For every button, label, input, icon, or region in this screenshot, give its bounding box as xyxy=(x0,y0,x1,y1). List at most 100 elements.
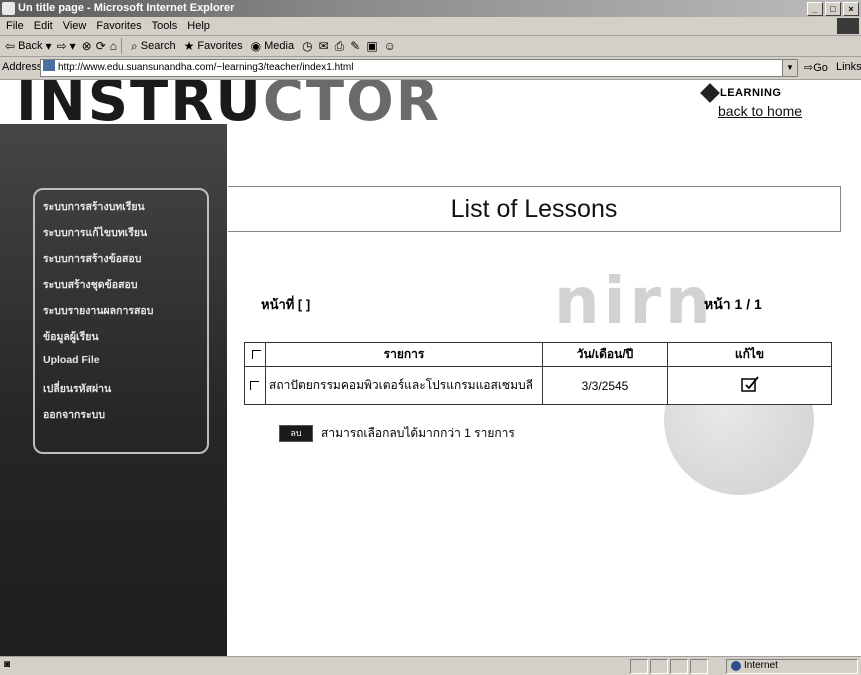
page-viewport: INSTRUCTOR LEARNING back to home ระบบการ… xyxy=(0,80,861,656)
media-icon: ◉ xyxy=(250,39,262,53)
logo-light-part: CTOR xyxy=(262,80,441,134)
select-all-checkbox[interactable] xyxy=(244,342,266,367)
zone-label: Internet xyxy=(744,660,778,671)
column-header-edit: แก้ไข xyxy=(667,342,832,367)
status-segment xyxy=(630,659,648,674)
checkbox-icon xyxy=(251,349,261,359)
favorites-label: Favorites xyxy=(197,40,243,52)
forward-arrow-icon: ⇨ xyxy=(56,39,67,53)
elearning-logo-icon xyxy=(700,83,720,103)
elearning-badge: LEARNING xyxy=(700,83,782,103)
status-segment xyxy=(670,659,688,674)
stop-icon[interactable]: ⊗ xyxy=(82,39,92,53)
lesson-title: สถาปัตยกรรมคอมพิวเตอร์และโปรแกรมแอสเซมบล… xyxy=(265,366,543,405)
table-header-row: รายการ วัน/เดือน/ปี แก้ไข xyxy=(244,342,832,367)
row-checkbox[interactable] xyxy=(244,366,266,405)
page-title: List of Lessons xyxy=(228,186,841,232)
page-indicator-right: หน้า 1 / 1 xyxy=(704,296,762,312)
logo-dark-part: INSTRU xyxy=(16,80,263,134)
menu-tools[interactable]: Tools xyxy=(152,20,178,32)
delete-hint: สามารถเลือกลบได้มากกว่า 1 รายการ xyxy=(321,426,515,440)
status-segment xyxy=(690,659,708,674)
search-button[interactable]: ⌕ Search xyxy=(131,39,176,54)
column-header-date: วัน/เดือน/ปี xyxy=(542,342,668,367)
menu-edit[interactable]: Edit xyxy=(34,20,53,32)
elearning-text: LEARNING xyxy=(720,87,782,99)
sidebar-item-upload-file[interactable]: Upload File xyxy=(43,354,100,366)
window-title-bar: Un title page - Microsoft Internet Explo… xyxy=(0,0,861,17)
column-header-title: รายการ xyxy=(265,342,543,367)
globe-icon xyxy=(731,660,741,671)
close-button[interactable]: × xyxy=(843,2,859,16)
messenger-icon[interactable]: ☺ xyxy=(384,39,396,53)
favorites-icon: ★ xyxy=(183,39,195,53)
minimize-button[interactable]: _ xyxy=(807,2,823,16)
dropdown-arrow-icon: ▾ xyxy=(69,39,76,53)
sidebar-item-edit-lesson[interactable]: ระบบการแก้ไขบทเรียน xyxy=(43,224,147,241)
address-url: http://www.edu.suansunandha.com/~learnin… xyxy=(58,62,354,73)
media-label: Media xyxy=(264,40,295,52)
menu-favorites[interactable]: Favorites xyxy=(96,20,141,32)
menu-bar: File Edit View Favorites Tools Help xyxy=(0,17,861,36)
back-label: Back xyxy=(18,40,43,52)
discuss-icon[interactable]: ▣ xyxy=(366,39,377,53)
edit-button[interactable] xyxy=(667,366,832,405)
sidebar-item-create-exam[interactable]: ระบบการสร้างข้อสอบ xyxy=(43,250,141,267)
menu-help[interactable]: Help xyxy=(187,20,210,32)
go-arrow-icon: ⇨ xyxy=(804,62,814,74)
status-bar: ◙ Internet xyxy=(0,656,861,675)
back-button[interactable]: ⇦ Back ▾ xyxy=(5,39,52,53)
back-arrow-icon: ⇦ xyxy=(5,39,16,53)
menu-view[interactable]: View xyxy=(63,20,87,32)
security-zone: Internet xyxy=(731,660,778,671)
page-status-icon: ◙ xyxy=(4,659,11,670)
media-button[interactable]: ◉ Media xyxy=(251,39,294,53)
print-icon[interactable]: ⎙ xyxy=(335,39,345,54)
back-to-home-link[interactable]: back to home xyxy=(718,103,802,119)
search-icon: ⌕ xyxy=(131,38,138,53)
address-label: Address xyxy=(2,61,43,73)
sidebar-item-exam-set[interactable]: ระบบสร้างชุดข้อสอบ xyxy=(43,276,138,293)
edit-page-icon[interactable]: ✎ xyxy=(350,39,360,53)
favorites-button[interactable]: ★ Favorites xyxy=(184,39,243,53)
history-icon[interactable]: ◷ xyxy=(302,39,312,53)
windows-logo-icon xyxy=(837,18,859,34)
lesson-date: 3/3/2545 xyxy=(542,366,668,405)
checkbox-icon xyxy=(250,380,259,390)
sidebar-menu: ระบบการสร้างบทเรียน ระบบการแก้ไขบทเรียน … xyxy=(33,188,209,454)
go-button[interactable]: ⇨Go xyxy=(804,61,828,74)
forward-button[interactable]: ⇨ ▾ xyxy=(57,39,76,53)
edit-icon xyxy=(740,376,759,392)
address-dropdown-icon[interactable]: ▼ xyxy=(782,60,797,76)
toolbar-separator xyxy=(121,38,123,54)
ie-logo-icon xyxy=(2,2,15,15)
delete-button[interactable]: ลบ xyxy=(279,425,313,442)
maximize-button[interactable]: □ xyxy=(825,2,841,16)
search-label: Search xyxy=(140,40,176,52)
sidebar-item-exam-report[interactable]: ระบบรายงานผลการสอบ xyxy=(43,302,153,319)
links-button[interactable]: Links xyxy=(836,61,861,73)
refresh-icon[interactable]: ⟳ xyxy=(96,39,106,53)
sidebar-item-change-password[interactable]: เปลี่ยนรหัสผ่าน xyxy=(43,380,111,397)
dropdown-arrow-icon: ▾ xyxy=(45,39,52,53)
table-row: สถาปัตยกรรมคอมพิวเตอร์และโปรแกรมแอสเซมบล… xyxy=(244,366,832,405)
status-segment xyxy=(650,659,668,674)
window-controls: _ □ × xyxy=(807,2,859,16)
sidebar-item-students[interactable]: ข้อมูลผู้เรียน xyxy=(43,328,99,345)
standard-toolbar: ⇦ Back ▾ ⇨ ▾ ⊗ ⟳ ⌂ ⌕ Search ★ Favorites … xyxy=(0,36,861,57)
home-icon[interactable]: ⌂ xyxy=(110,39,117,53)
decorative-watermark: nirn xyxy=(554,265,715,339)
delete-row: ลบ สามารถเลือกลบได้มากกว่า 1 รายการ xyxy=(279,424,515,443)
window-title: Un title page - Microsoft Internet Explo… xyxy=(18,2,235,14)
lessons-table: รายการ วัน/เดือน/ปี แก้ไข สถาปัตยกรรมคอม… xyxy=(244,342,832,405)
page-icon xyxy=(43,60,55,71)
go-label: Go xyxy=(813,62,828,74)
page-indicator-left: หน้าที่ [ ] xyxy=(261,297,311,312)
address-input[interactable]: http://www.edu.suansunandha.com/~learnin… xyxy=(40,59,798,77)
sidebar-item-create-lesson[interactable]: ระบบการสร้างบทเรียน xyxy=(43,198,145,215)
menu-file[interactable]: File xyxy=(6,20,24,32)
instructor-logo: INSTRUCTOR xyxy=(16,80,441,130)
mail-icon[interactable]: ✉ xyxy=(319,39,329,53)
sidebar-item-logout[interactable]: ออกจากระบบ xyxy=(43,406,105,423)
address-bar: Address http://www.edu.suansunandha.com/… xyxy=(0,57,861,80)
